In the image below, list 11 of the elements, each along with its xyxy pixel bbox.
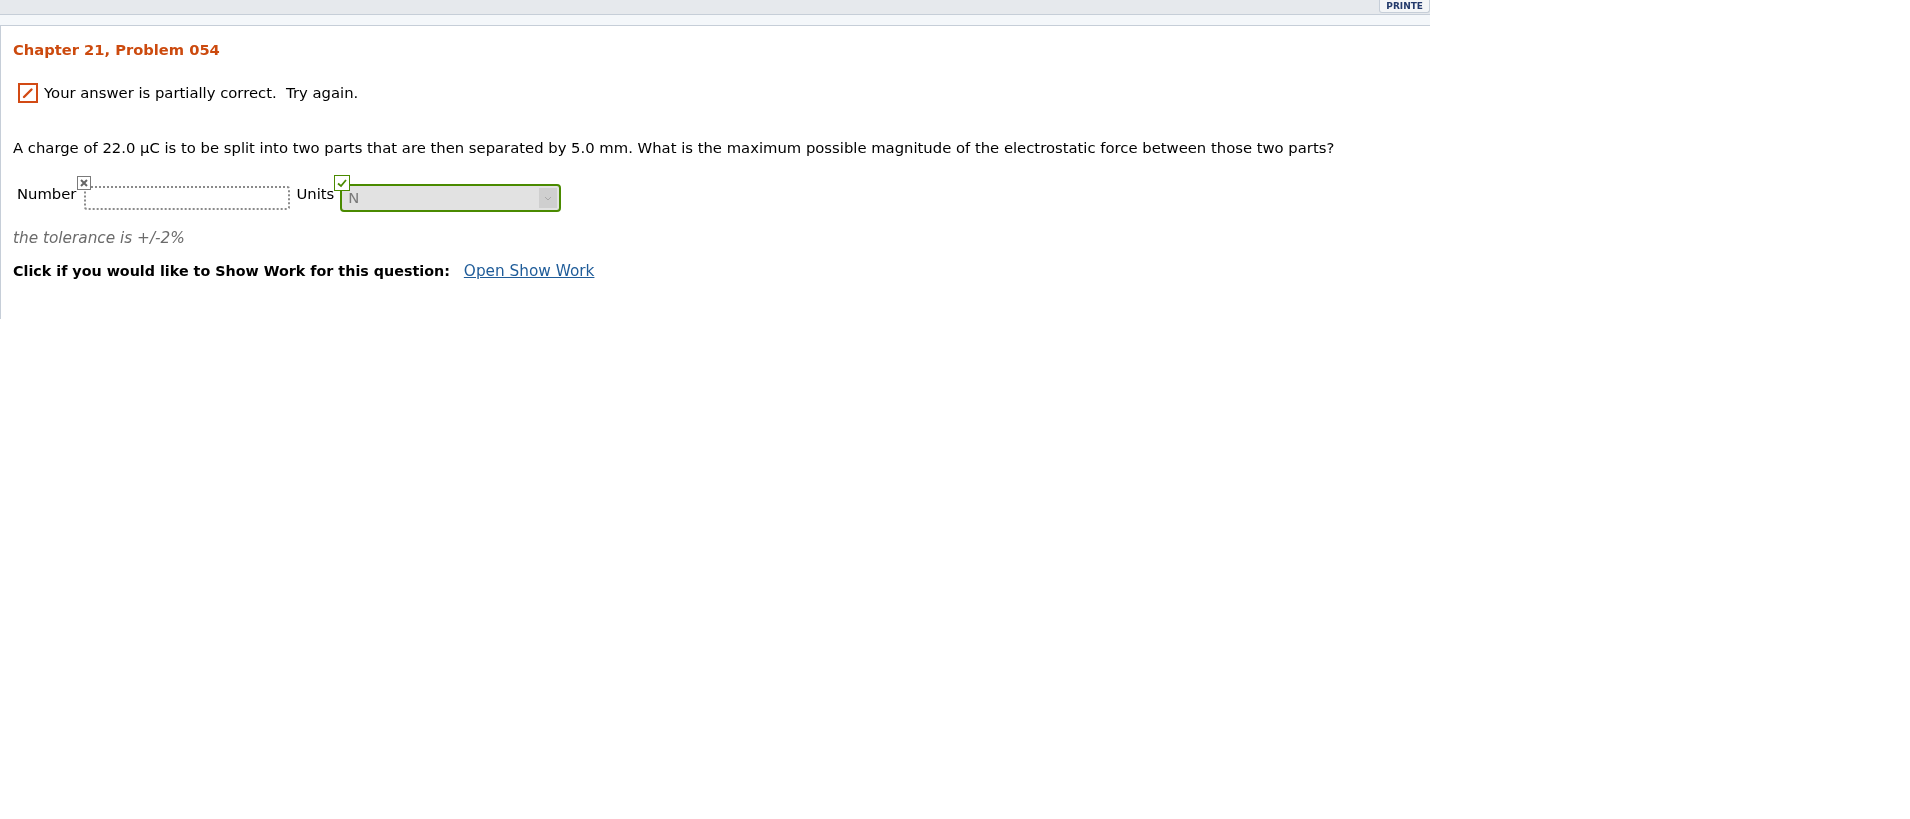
print-button[interactable]: PRINTE — [1379, 0, 1430, 13]
feedback-message: Your answer is partially correct. Try again. — [44, 84, 359, 102]
caret-icon — [539, 187, 558, 208]
question-text: A charge of 22.0 μC is to be split into two parts that are then separated by 5.0 mm. What is the maximum possible magnitude of the electrostatic force between those two parts? — [13, 139, 1335, 157]
show-work-prompt: Click if you would like to Show Work for this question: — [13, 262, 450, 280]
field-label: Number — [17, 184, 77, 203]
field-label: Units — [296, 184, 335, 203]
open-show-work-link[interactable]: Open Show Work — [463, 262, 595, 280]
tolerance-note: the tolerance is +/-2% — [13, 229, 185, 247]
problem-title: Chapter 21, Problem 054 — [13, 41, 220, 59]
number-input[interactable] — [84, 185, 291, 210]
